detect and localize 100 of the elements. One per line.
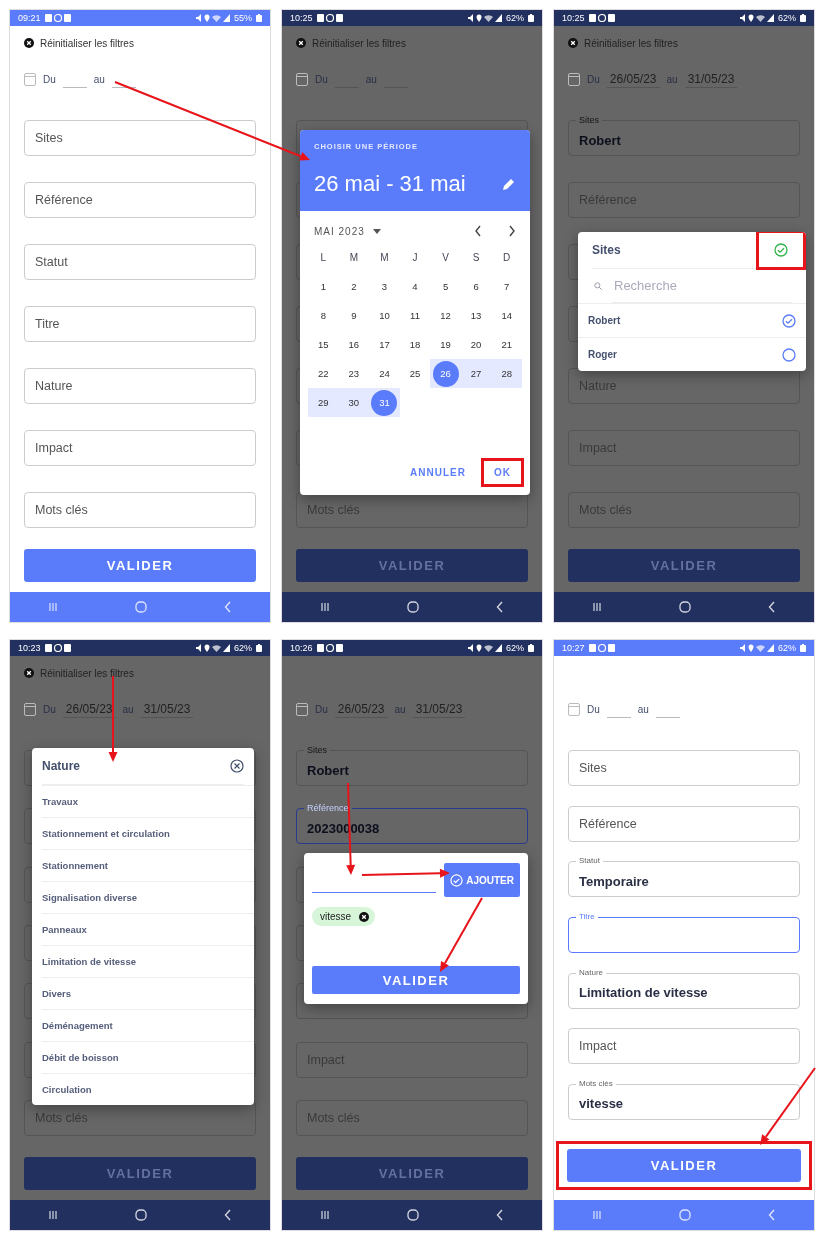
dialog-title: Nature bbox=[42, 759, 80, 773]
previous-month-icon[interactable] bbox=[474, 225, 482, 237]
calendar-day[interactable]: 10 bbox=[371, 302, 398, 329]
selected-range: 26 mai - 31 mai bbox=[314, 171, 466, 197]
calendar-day[interactable]: 30 bbox=[340, 389, 367, 416]
home-icon[interactable] bbox=[135, 1209, 147, 1221]
calendar-day[interactable]: 20 bbox=[463, 331, 490, 358]
calendar-day[interactable]: 12 bbox=[432, 302, 459, 329]
calendar-day[interactable]: 14 bbox=[493, 302, 520, 329]
text-field[interactable]: Mots clés bbox=[24, 492, 256, 528]
back-icon[interactable] bbox=[495, 601, 504, 613]
field-label: Statut bbox=[35, 255, 68, 269]
month-selector[interactable]: MAI 2023 bbox=[314, 225, 365, 237]
list-item[interactable]: Stationnement et circulation bbox=[42, 817, 254, 849]
calendar-day[interactable]: 17 bbox=[371, 331, 398, 358]
home-icon[interactable] bbox=[679, 601, 691, 613]
search-field[interactable]: Recherche bbox=[612, 269, 792, 303]
calendar-day[interactable]: 11 bbox=[402, 302, 428, 329]
keyword-chip[interactable]: vitesse bbox=[312, 907, 376, 926]
dialog-button[interactable]: OK bbox=[481, 458, 524, 487]
back-icon[interactable] bbox=[223, 1209, 232, 1221]
text-field[interactable]: Statut bbox=[24, 244, 256, 280]
calendar-day[interactable]: 5 bbox=[432, 273, 459, 300]
calendar-day[interactable]: 7 bbox=[493, 273, 520, 300]
calendar-day[interactable]: 18 bbox=[402, 331, 428, 358]
calendar-day[interactable]: 31 bbox=[371, 389, 398, 416]
list-item[interactable]: Circulation bbox=[42, 1073, 254, 1105]
list-option[interactable]: Robert bbox=[578, 303, 806, 337]
text-field[interactable]: Titre bbox=[24, 306, 256, 342]
caret-icon[interactable] bbox=[372, 228, 381, 234]
confirm-button[interactable] bbox=[756, 232, 806, 270]
calendar-day[interactable]: 24 bbox=[371, 360, 398, 387]
calendar-day[interactable]: 13 bbox=[463, 302, 490, 329]
field-value: vitesse bbox=[579, 1096, 624, 1112]
text-field[interactable]: Référence bbox=[24, 182, 256, 218]
calendar-day[interactable]: 23 bbox=[340, 360, 367, 387]
list-item[interactable]: Déménagement bbox=[42, 1009, 254, 1041]
calendar-day[interactable]: 16 bbox=[340, 331, 367, 358]
text-field[interactable]: Référence bbox=[568, 805, 800, 842]
calendar-day[interactable]: 4 bbox=[402, 273, 428, 300]
date-label: Du bbox=[587, 703, 600, 715]
calendar-day[interactable]: 29 bbox=[310, 389, 337, 416]
calendar-day[interactable]: 22 bbox=[310, 360, 337, 387]
recent-apps-icon[interactable] bbox=[48, 1210, 59, 1220]
close-icon[interactable] bbox=[230, 759, 244, 773]
date-label: au bbox=[637, 703, 649, 715]
list-option[interactable]: Roger bbox=[578, 337, 806, 371]
add-button[interactable]: AJOUTER bbox=[444, 863, 520, 897]
calendar-day[interactable]: 3 bbox=[371, 273, 398, 300]
text-field[interactable]: Impact bbox=[24, 430, 256, 466]
calendar-day[interactable]: 25 bbox=[402, 360, 428, 387]
text-field[interactable]: Sites bbox=[24, 120, 256, 156]
back-icon[interactable] bbox=[767, 601, 776, 613]
calendar-day[interactable]: 21 bbox=[493, 331, 520, 358]
home-icon[interactable] bbox=[407, 1209, 419, 1221]
battery-icon bbox=[800, 14, 806, 22]
calendar-day[interactable]: 1 bbox=[310, 273, 337, 300]
calendar-day[interactable]: 28 bbox=[493, 360, 520, 387]
calendar-day[interactable]: 26 bbox=[432, 360, 459, 387]
calendar-day[interactable]: 8 bbox=[310, 302, 337, 329]
notification-icons-drawing bbox=[44, 644, 71, 652]
calendar-day[interactable]: 27 bbox=[463, 360, 490, 387]
reset-filters-link[interactable]: Réinitialiser les filtres bbox=[40, 37, 134, 49]
list-item[interactable]: Panneaux bbox=[42, 913, 254, 945]
next-month-icon[interactable] bbox=[508, 225, 516, 237]
validate-button[interactable]: VALIDER bbox=[24, 549, 256, 582]
recent-apps-icon[interactable] bbox=[592, 602, 603, 612]
recent-apps-icon[interactable] bbox=[320, 1210, 331, 1220]
list-item[interactable]: Signalisation diverse bbox=[42, 881, 254, 913]
list-item[interactable]: Divers bbox=[42, 977, 254, 1009]
validate-button[interactable]: VALIDER bbox=[312, 966, 520, 994]
date-label: Du bbox=[315, 703, 328, 715]
battery-level: 62% bbox=[234, 643, 252, 653]
back-icon[interactable] bbox=[495, 1209, 504, 1221]
home-icon[interactable] bbox=[407, 601, 419, 613]
text-field[interactable]: Impact bbox=[568, 1028, 800, 1065]
calendar-day[interactable]: 6 bbox=[463, 273, 490, 300]
text-field[interactable]: Sites bbox=[568, 750, 800, 786]
list-item[interactable]: Stationnement bbox=[42, 849, 254, 881]
remove-icon[interactable] bbox=[359, 911, 370, 922]
calendar-day[interactable]: 19 bbox=[432, 331, 459, 358]
list-item[interactable]: Limitation de vitesse bbox=[42, 945, 254, 977]
check-circle-icon bbox=[774, 243, 788, 257]
status-icons-drawing bbox=[468, 644, 502, 652]
battery-level: 62% bbox=[506, 13, 524, 23]
calendar-day[interactable]: 15 bbox=[310, 331, 337, 358]
battery-level: 62% bbox=[778, 13, 796, 23]
calendar-day[interactable]: 2 bbox=[340, 273, 367, 300]
status-time: 10:23 bbox=[18, 643, 41, 653]
pencil-icon[interactable] bbox=[502, 177, 516, 191]
list-item[interactable]: Débit de boisson bbox=[42, 1041, 254, 1073]
calendar-day[interactable]: 9 bbox=[340, 302, 367, 329]
dialog-button[interactable]: ANNULER bbox=[397, 458, 479, 487]
clear-icon bbox=[296, 38, 306, 48]
list-item[interactable]: Travaux bbox=[42, 785, 254, 817]
validate-button[interactable]: VALIDER bbox=[567, 1149, 801, 1182]
notification-icons-drawing bbox=[316, 14, 343, 22]
date-label: au bbox=[93, 73, 105, 85]
text-field[interactable]: Nature bbox=[24, 368, 256, 404]
recent-apps-icon[interactable] bbox=[320, 602, 331, 612]
